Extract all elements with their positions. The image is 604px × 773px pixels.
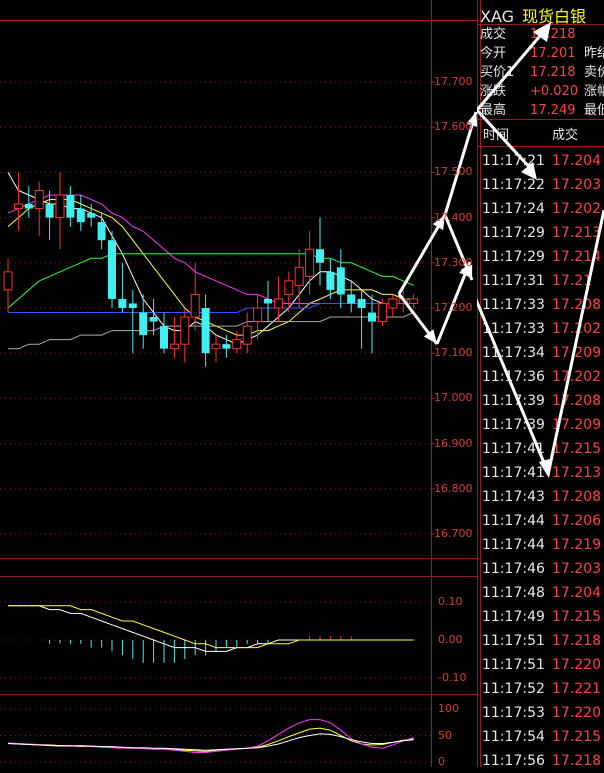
candle-body	[118, 298, 127, 308]
macd-y-tick-label: 0.00	[438, 633, 463, 646]
candle-body	[222, 344, 231, 349]
candle-body	[242, 325, 252, 345]
macd-y-tick-label: -0.10	[438, 671, 467, 684]
osc-y-tick-label: 50	[438, 728, 452, 742]
y-tick-label: 16.900	[434, 436, 473, 450]
candle-body	[190, 293, 200, 318]
macd-dea-line	[8, 605, 414, 649]
osc-y-tick-label: 0	[438, 755, 445, 768]
candle-body	[149, 317, 158, 322]
osc-y-tick-label: 100	[438, 702, 459, 715]
arrow-right-2	[477, 298, 549, 471]
y-tick-label: 17.200	[434, 301, 473, 314]
candle-body	[139, 312, 148, 336]
y-tick-label: 17.500	[434, 165, 473, 179]
ma-line	[7, 199, 414, 336]
y-tick-label: 17.600	[434, 120, 473, 134]
candle-body	[294, 266, 304, 286]
candle-body	[347, 294, 356, 304]
right-arrows-overlay	[477, 22, 604, 478]
y-tick-label: 17.100	[434, 346, 473, 360]
candle-body	[128, 303, 137, 308]
candle-body	[357, 298, 366, 308]
y-tick-label: 17.000	[434, 391, 473, 405]
chart-area	[0, 0, 477, 767]
candle-body	[55, 194, 65, 219]
candle-body	[377, 302, 387, 323]
candle-body	[232, 339, 242, 350]
candle-body	[316, 249, 324, 263]
candle-body	[24, 204, 33, 209]
candle-body	[3, 271, 13, 291]
candle-body	[201, 308, 210, 354]
y-tick-label: 17.400	[434, 210, 473, 224]
arrow-right-3	[547, 209, 604, 471]
candle-body	[211, 343, 221, 350]
candle-body	[409, 298, 419, 304]
arrow-right-1	[477, 107, 534, 172]
candle-body	[97, 222, 106, 241]
candle-body	[76, 208, 85, 223]
macd-dif-line	[8, 605, 414, 652]
osc-line	[7, 733, 414, 751]
candle-body	[169, 343, 179, 350]
candle-body	[87, 213, 96, 218]
osc-line	[7, 719, 414, 753]
candle-body	[160, 326, 168, 349]
candle-body	[108, 240, 116, 299]
candle-body	[284, 280, 294, 295]
candle-body	[273, 298, 283, 309]
y-tick-label: 16.800	[434, 481, 473, 495]
candle-body	[66, 195, 75, 218]
candle-body	[336, 267, 345, 295]
arrow-top	[477, 29, 547, 111]
candle-body	[305, 248, 315, 277]
candle-body	[388, 298, 398, 309]
y-tick-label: 17.300	[434, 255, 473, 269]
candle-body	[368, 312, 376, 322]
macd-y-tick-label: 0.10	[438, 595, 463, 608]
candle-body	[45, 204, 54, 218]
candle-body	[13, 203, 23, 210]
candle-body	[253, 307, 263, 323]
candle-body	[326, 271, 335, 290]
y-tick-label: 16.700	[434, 527, 473, 540]
candle-body	[264, 298, 272, 304]
y-tick-label: 17.700	[434, 75, 473, 88]
candle-body	[180, 316, 190, 345]
candle-body	[34, 189, 44, 210]
